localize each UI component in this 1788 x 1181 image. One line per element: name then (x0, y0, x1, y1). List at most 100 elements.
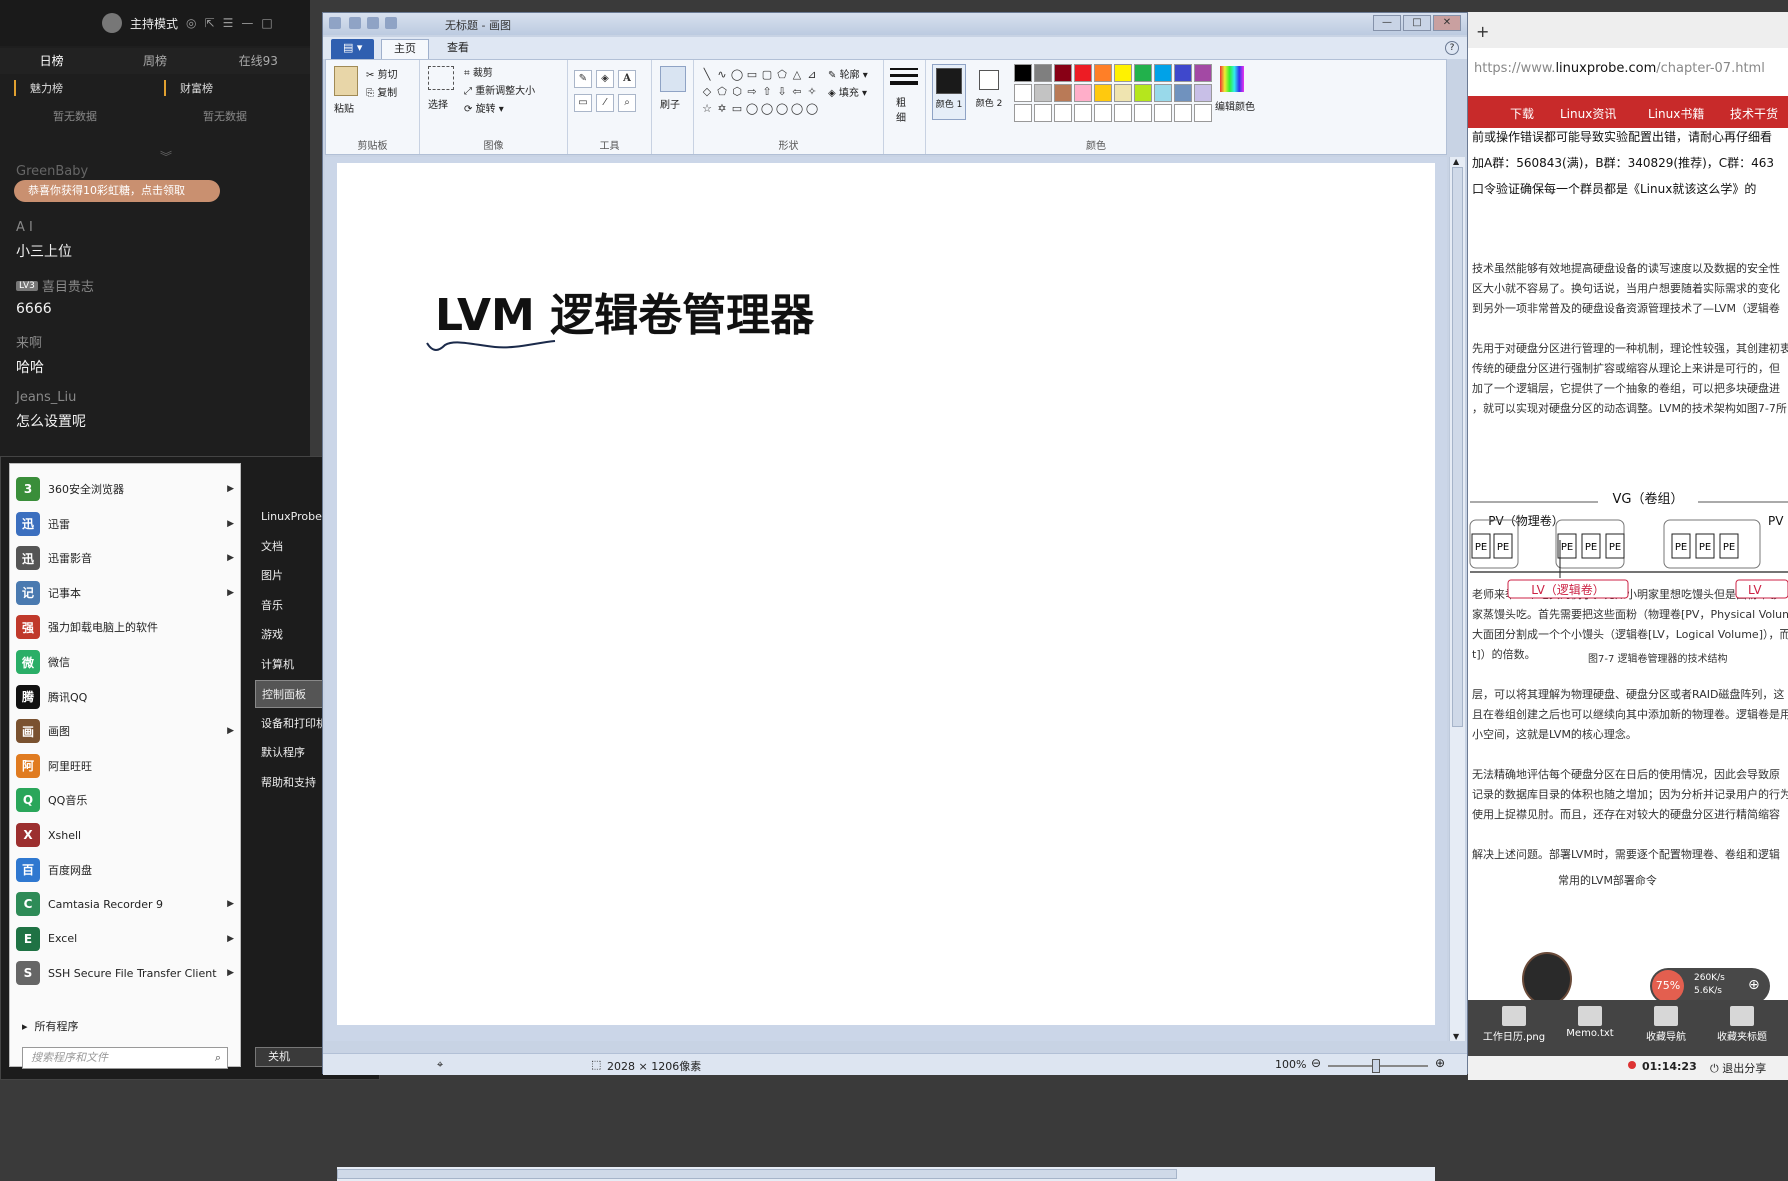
shape-option[interactable]: ◯ (775, 102, 789, 116)
shape-option[interactable]: ⇧ (760, 85, 774, 99)
tab-online[interactable]: 在线93 (207, 48, 310, 74)
start-program-item[interactable]: 微微信 (16, 645, 238, 679)
palette-swatch[interactable] (1094, 64, 1112, 82)
shape-option[interactable]: ⇨ (745, 85, 759, 99)
color-picker-icon[interactable]: ⁄ (596, 94, 614, 112)
shape-option[interactable]: ☆ (700, 102, 714, 116)
size-button[interactable]: 粗细 (896, 94, 910, 124)
start-program-item[interactable]: 迅迅雷影音 ▶ (16, 541, 238, 575)
palette-swatch[interactable] (1134, 84, 1152, 102)
minimize-icon[interactable]: — (241, 16, 253, 30)
shape-option[interactable]: ⬠ (715, 85, 729, 99)
start-program-item[interactable]: S SSH Secure File Transfer Client ▶ (16, 956, 238, 990)
palette-swatch[interactable] (1034, 64, 1052, 82)
desktop-icon[interactable]: 收藏导航 (1634, 1006, 1698, 1043)
shape-option[interactable]: ⇩ (775, 85, 789, 99)
start-program-item[interactable]: Q QQ音乐 (16, 783, 238, 817)
start-program-item[interactable]: 3 360安全浏览器 ▶ (16, 472, 238, 506)
palette-swatch[interactable] (1014, 64, 1032, 82)
zoom-out-icon[interactable]: ⊖ (1311, 1056, 1321, 1070)
maximize-icon[interactable]: □ (261, 16, 272, 30)
palette-swatch[interactable] (1114, 104, 1132, 122)
palette-swatch[interactable] (1074, 84, 1092, 102)
zoom-in-icon[interactable]: ⊕ (1435, 1056, 1445, 1070)
palette-swatch[interactable] (1194, 64, 1212, 82)
zoom-slider-knob[interactable] (1372, 1059, 1380, 1073)
nav-linux-news[interactable]: Linux资讯 (1560, 105, 1616, 122)
nav-tech[interactable]: 技术干货 (1730, 105, 1778, 122)
edit-colors-icon[interactable] (1220, 66, 1244, 92)
copy-button[interactable]: ⎘ 复制 (366, 84, 397, 99)
palette-swatch[interactable] (1094, 84, 1112, 102)
menu-icon[interactable]: ☰ (223, 16, 234, 30)
help-icon[interactable]: ? (1445, 41, 1459, 55)
palette-swatch[interactable] (1034, 84, 1052, 102)
brushes-button[interactable]: 刷子 (660, 96, 680, 111)
horizontal-scrollbar[interactable] (337, 1167, 1435, 1181)
new-tab-icon[interactable]: + (1476, 22, 1489, 41)
file-menu-button[interactable]: ▤ ▾ (331, 39, 375, 59)
horizontal-scroll-thumb[interactable] (337, 1169, 1177, 1179)
exit-share-button[interactable]: ⏻ 退出分享 (1710, 1060, 1766, 1076)
fill-bucket-icon[interactable]: ◈ (596, 70, 614, 88)
edit-colors-button[interactable]: 编辑颜色 (1208, 98, 1262, 113)
color1-button[interactable]: 颜色 1 (932, 64, 966, 120)
palette-swatch[interactable] (1054, 64, 1072, 82)
shape-option[interactable]: ▢ (760, 68, 774, 82)
text-tool-icon[interactable]: A (618, 70, 636, 88)
shape-option[interactable]: ◯ (790, 102, 804, 116)
tab-daily[interactable]: 日榜 (0, 48, 103, 74)
palette-swatch[interactable] (1054, 104, 1072, 122)
shape-option[interactable]: ⬠ (775, 68, 789, 82)
maximize-button[interactable]: □ (1403, 15, 1431, 31)
palette-swatch[interactable] (1174, 64, 1192, 82)
desktop-icon[interactable]: 工作日历.png (1482, 1006, 1546, 1043)
desktop-icon[interactable]: Memo.txt (1558, 1006, 1622, 1039)
minimize-button[interactable]: — (1373, 15, 1401, 31)
palette-swatch[interactable] (1034, 104, 1052, 122)
shape-option[interactable]: ▭ (745, 68, 759, 82)
crop-button[interactable]: ⌗ 裁剪 (464, 64, 493, 79)
undo-icon[interactable] (367, 17, 379, 29)
redo-icon[interactable] (385, 17, 397, 29)
start-program-item[interactable]: X Xshell (16, 818, 238, 852)
shape-option[interactable]: ✡ (715, 102, 729, 116)
shape-option[interactable]: ▭ (730, 102, 744, 116)
gift-banner[interactable]: 恭喜你获得10彩虹糖，点击领取 (14, 180, 220, 202)
color2-button[interactable]: 颜色 2 (972, 64, 1006, 120)
palette-swatch[interactable] (1134, 64, 1152, 82)
magnifier-icon[interactable]: ⌕ (618, 94, 636, 112)
all-programs-link[interactable]: ▸ 所有程序 (22, 1018, 79, 1034)
palette-swatch[interactable] (1154, 84, 1172, 102)
eraser-icon[interactable]: ▭ (574, 94, 592, 112)
network-speed-widget[interactable]: 75% 260K/s 5.6K/s ⊕ (1650, 968, 1770, 1004)
start-program-item[interactable]: E Excel ▶ (16, 922, 238, 956)
tab-view[interactable]: 查看 (435, 39, 481, 59)
popout-icon[interactable]: ⇱ (205, 16, 215, 30)
nav-linux-books[interactable]: Linux书籍 (1648, 105, 1704, 122)
close-button[interactable]: ✕ (1433, 15, 1461, 31)
desktop-icon[interactable]: 收藏夹标题 (1710, 1006, 1774, 1043)
palette-swatch[interactable] (1114, 64, 1132, 82)
palette-swatch[interactable] (1154, 64, 1172, 82)
start-program-item[interactable]: 百百度网盘 (16, 853, 238, 887)
settings-icon[interactable]: ◎ (186, 16, 196, 30)
shape-option[interactable]: ◯ (730, 68, 744, 82)
select-icon[interactable] (428, 66, 454, 90)
palette-swatch[interactable] (1114, 84, 1132, 102)
shape-option[interactable]: ◇ (700, 85, 714, 99)
cut-button[interactable]: ✂ 剪切 (366, 66, 398, 81)
shape-option[interactable]: ⊿ (805, 68, 819, 82)
pencil-icon[interactable]: ✎ (574, 70, 592, 88)
palette-swatch[interactable] (1054, 84, 1072, 102)
start-program-item[interactable]: 强强力卸载电脑上的软件 (16, 610, 238, 644)
fill-button[interactable]: ◈ 填充 ▾ (828, 84, 867, 99)
start-program-item[interactable]: 腾腾讯QQ (16, 680, 238, 714)
scroll-up-icon[interactable]: ▲ (1453, 157, 1459, 166)
shape-option[interactable]: ✧ (805, 85, 819, 99)
palette-swatch[interactable] (1094, 104, 1112, 122)
start-program-item[interactable]: 画画图 ▶ (16, 714, 238, 748)
paint-app-icon[interactable] (329, 17, 341, 29)
tab-home[interactable]: 主页 (381, 39, 429, 59)
streamer-avatar[interactable] (1522, 952, 1572, 1006)
